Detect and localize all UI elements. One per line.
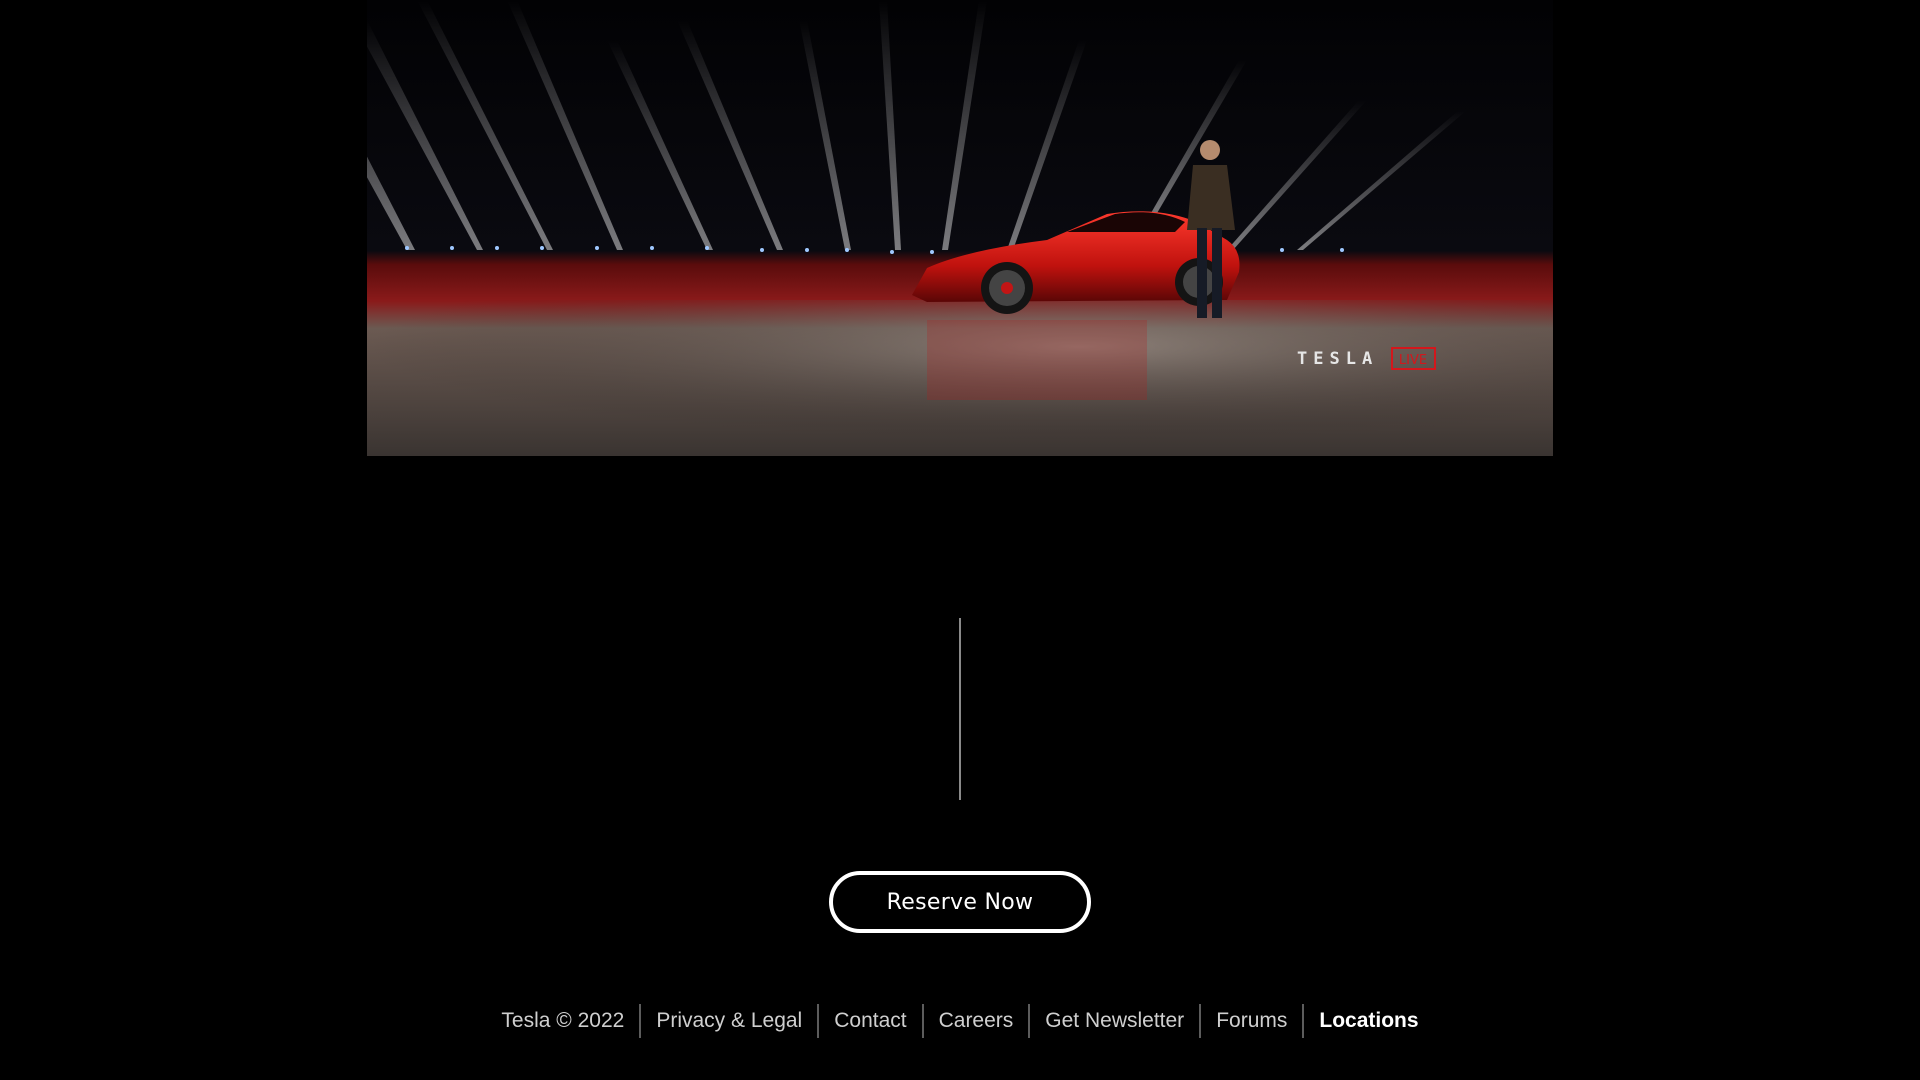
reserve-now-button[interactable]: Reserve Now (829, 871, 1091, 933)
footer-link-locations[interactable]: Locations (1302, 1004, 1433, 1038)
svg-text:TESLA: TESLA (1297, 349, 1378, 369)
footer-link-privacy-legal[interactable]: Privacy & Legal (639, 1004, 817, 1038)
svg-text:LIVE: LIVE (1399, 353, 1427, 368)
vertical-divider (959, 618, 961, 800)
footer-copyright: Tesla © 2022 (501, 1009, 625, 1032)
roadster-stage-image: TESLA LIVE (367, 0, 1553, 456)
footer-link-forums[interactable]: Forums (1199, 1004, 1302, 1038)
page: TESLA LIVE Reserve Now Tesla © 2022 Priv… (0, 0, 1920, 1080)
footer-nav: Tesla © 2022 Privacy & Legal Contact Car… (0, 1003, 1920, 1039)
footer-link-careers[interactable]: Careers (921, 1004, 1029, 1038)
hero-video[interactable]: TESLA LIVE (367, 0, 1553, 456)
footer-link-contact[interactable]: Contact (817, 1004, 921, 1038)
footer-link-get-newsletter[interactable]: Get Newsletter (1028, 1004, 1199, 1038)
